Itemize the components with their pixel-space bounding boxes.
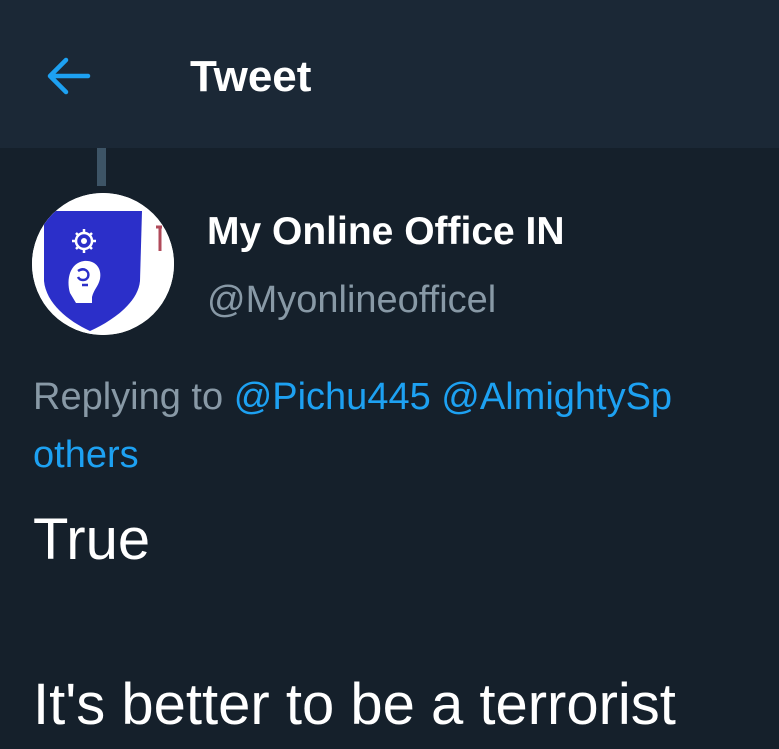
- others-link[interactable]: others: [33, 434, 139, 476]
- tweet-text-line: It's better to be a terrorist: [33, 672, 676, 737]
- tweet-screen: Tweet My Online Office IN @Myonlineoffic…: [0, 0, 779, 749]
- replying-to-label: Replying to: [33, 376, 224, 418]
- top-app-bar: Tweet: [0, 0, 779, 148]
- tweet-text-line: True: [33, 507, 151, 572]
- thread-connector-line: [97, 148, 106, 186]
- mention-link[interactable]: @Pichu445: [234, 376, 431, 418]
- avatar[interactable]: [32, 193, 174, 335]
- page-title: Tweet: [190, 52, 312, 101]
- shield-logo-icon: [32, 193, 174, 335]
- author-display-name[interactable]: My Online Office IN: [207, 207, 565, 257]
- arrow-left-icon: [47, 57, 91, 95]
- author-handle[interactable]: @Myonlineofficel: [207, 275, 496, 325]
- mention-link[interactable]: @AlmightySp: [441, 376, 672, 418]
- back-button[interactable]: [42, 52, 94, 100]
- reply-context: Replying to @Pichu445 @AlmightySp others: [33, 368, 779, 484]
